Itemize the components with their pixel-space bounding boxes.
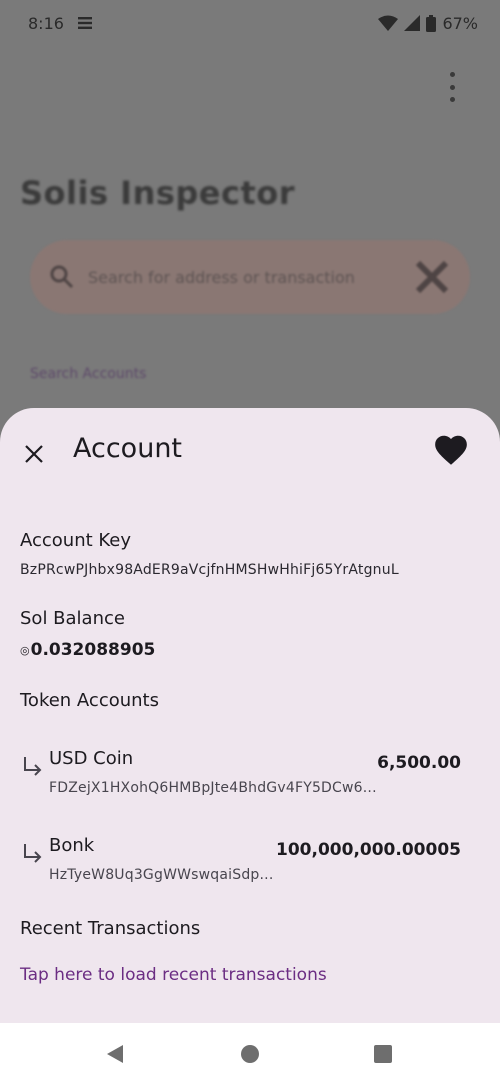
token-name: USD Coin — [49, 748, 134, 769]
battery-icon — [426, 14, 437, 32]
load-transactions-link[interactable]: Tap here to load recent transactions — [20, 965, 327, 985]
token-amount: 6,500.00 — [377, 753, 461, 773]
token-address: FDZejX1HXohQ6HMBpJte4BhdGv4FY5DCw6... — [49, 780, 377, 796]
account-key-value[interactable]: BzPRcwPJhbx98AdER9aVcjfnHMSHwHhiFj65YrAt… — [20, 562, 399, 578]
account-bottom-sheet: Account Account Key BzPRcwPJhbx98AdER9aV… — [0, 408, 500, 1023]
close-button[interactable] — [18, 438, 50, 470]
search-bar: Search for address or transaction — [30, 240, 470, 314]
sol-balance-amount: 0.032088905 — [30, 640, 156, 660]
notification-lines-icon — [77, 17, 92, 29]
recents-square-icon[interactable] — [372, 1043, 394, 1065]
recent-transactions-label: Recent Transactions — [20, 918, 201, 939]
sol-balance-label: Sol Balance — [20, 608, 125, 629]
account-key-label: Account Key — [20, 530, 132, 551]
status-icons: 67% — [378, 14, 478, 33]
clear-icon — [415, 260, 449, 294]
sol-symbol-icon: ◎ — [20, 643, 30, 657]
subdirectory-arrow-icon — [24, 757, 42, 776]
app-title: Solis Inspector — [20, 174, 296, 212]
status-time: 8:16 — [28, 13, 64, 33]
subdirectory-arrow-icon — [24, 844, 42, 863]
search-placeholder: Search for address or transaction — [88, 267, 355, 287]
home-circle-icon[interactable] — [239, 1043, 261, 1065]
sheet-title: Account — [73, 433, 183, 464]
battery-percent: 67% — [442, 13, 478, 33]
status-bar: 8:16 67% — [0, 0, 500, 46]
back-triangle-icon[interactable] — [104, 1043, 126, 1065]
favorite-heart-icon[interactable] — [432, 431, 470, 469]
navigation-bar — [0, 1023, 500, 1083]
token-address: HzTyeW8Uq3GgWWswqaiSdp... — [49, 867, 274, 883]
overflow-menu-icon — [448, 72, 456, 102]
token-row-bonk[interactable]: Bonk HzTyeW8Uq3GgWWswqaiSdp... 100,000,0… — [0, 835, 500, 895]
token-row-usd-coin[interactable]: USD Coin FDZejX1HXohQ6HMBpJte4BhdGv4FY5D… — [0, 748, 500, 808]
token-amount: 100,000,000.00005 — [276, 840, 461, 860]
signal-icon — [404, 15, 421, 31]
search-accounts-link: Search Accounts — [30, 366, 147, 382]
search-icon — [50, 265, 74, 289]
token-name: Bonk — [49, 835, 95, 856]
token-accounts-label: Token Accounts — [20, 690, 159, 711]
sheet-header: Account — [0, 428, 500, 484]
close-icon — [25, 445, 43, 463]
sol-balance-value: ◎0.032088905 — [20, 640, 155, 660]
wifi-icon — [378, 15, 399, 31]
